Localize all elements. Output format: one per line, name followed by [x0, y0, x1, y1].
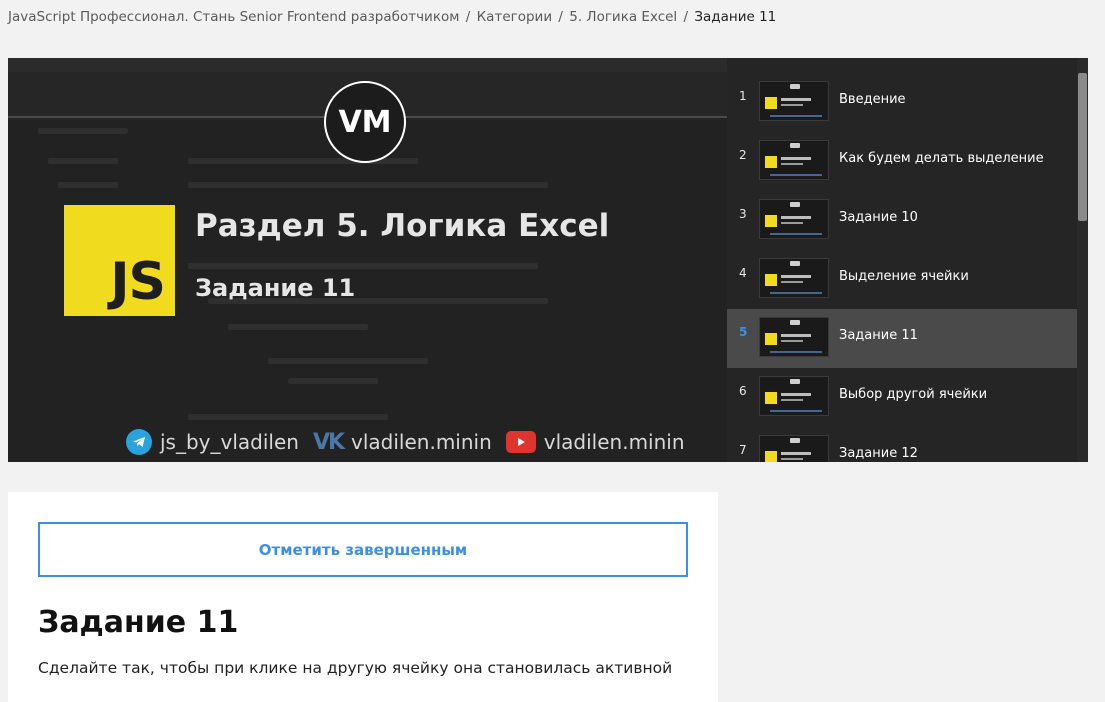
playlist-item-label: Введение	[839, 92, 906, 107]
playlist-item-label: Как будем делать выделение	[839, 151, 1044, 166]
lesson-playlist: 1 Введение 2 Как будем делать выделение …	[727, 58, 1088, 462]
playlist-item[interactable]: 7 Задание 12	[727, 427, 1077, 462]
breadcrumb-separator: /	[465, 9, 471, 25]
video-frame[interactable]: VM JS Раздел 5. Логика Excel Задание 11 …	[8, 58, 727, 462]
code-line	[48, 158, 118, 164]
code-line	[188, 158, 418, 164]
playlist-item-label: Выбор другой ячейки	[839, 387, 988, 402]
lesson-description: Сделайте так, чтобы при клике на другую …	[38, 659, 673, 677]
playlist-item[interactable]: 1 Введение	[727, 73, 1077, 132]
video-player: VM JS Раздел 5. Логика Excel Задание 11 …	[8, 58, 1088, 462]
social-youtube: vladilen.minin	[505, 430, 685, 454]
playlist-item-active[interactable]: 5 Задание 11	[727, 309, 1077, 368]
playlist-item-number: 3	[739, 207, 747, 221]
code-line	[268, 358, 428, 364]
code-line	[188, 182, 548, 188]
js-logo: JS	[64, 205, 175, 316]
playlist-item[interactable]: 2 Как будем делать выделение	[727, 132, 1077, 191]
playlist-scrollbar[interactable]	[1077, 58, 1088, 462]
lesson-title: Задание 11	[38, 605, 239, 640]
playlist-item-label: Задание 10	[839, 210, 918, 225]
code-line	[188, 263, 538, 269]
breadcrumb-separator: /	[683, 9, 689, 25]
playlist-item[interactable]: 3 Задание 10	[727, 191, 1077, 250]
playlist-thumbnail	[759, 199, 829, 239]
playlist-item-number: 7	[739, 443, 747, 457]
vk-icon: VK	[312, 429, 345, 455]
playlist-item-number: 1	[739, 89, 747, 103]
playlist-item[interactable]: 6 Выбор другой ячейки	[727, 368, 1077, 427]
playlist-scrollbar-thumb[interactable]	[1078, 73, 1087, 221]
playlist-item-label: Выделение ячейки	[839, 269, 969, 284]
social-telegram: js_by_vladilen	[126, 429, 299, 455]
code-line	[58, 182, 118, 188]
telegram-handle: js_by_vladilen	[160, 430, 299, 454]
playlist-item-number: 2	[739, 148, 747, 162]
vk-handle: vladilen.minin	[351, 430, 492, 454]
playlist-thumbnail	[759, 258, 829, 298]
social-vk: VK vladilen.minin	[313, 430, 492, 455]
breadcrumb: JavaScript Профессионал. Стань Senior Fr…	[8, 9, 776, 25]
social-links: js_by_vladilen VK vladilen.minin vladile…	[126, 427, 685, 457]
youtube-handle: vladilen.minin	[543, 430, 685, 454]
code-line	[38, 128, 128, 134]
code-line	[288, 378, 378, 384]
lesson-card: Отметить завершенным Задание 11 Сделайте…	[8, 492, 718, 702]
breadcrumb-categories-link[interactable]: Категории	[477, 9, 553, 25]
playlist-thumbnail	[759, 81, 829, 121]
playlist-item-number: 4	[739, 266, 747, 280]
playlist-thumbnail	[759, 376, 829, 416]
playlist-thumbnail	[759, 435, 829, 462]
breadcrumb-course-link[interactable]: JavaScript Профессионал. Стань Senior Fr…	[8, 9, 459, 25]
playlist-item-number: 6	[739, 384, 747, 398]
breadcrumb-separator: /	[558, 9, 563, 25]
video-ide-titlebar	[8, 58, 727, 73]
video-subtitle: Задание 11	[195, 274, 356, 302]
breadcrumb-current: Задание 11	[694, 9, 777, 25]
playlist-item[interactable]: 4 Выделение ячейки	[727, 250, 1077, 309]
vm-logo: VM	[324, 81, 406, 163]
telegram-icon	[126, 429, 152, 455]
playlist-item-number: 5	[739, 325, 748, 339]
mark-complete-button[interactable]: Отметить завершенным	[38, 522, 688, 577]
video-title: Раздел 5. Логика Excel	[195, 208, 610, 244]
playlist-thumbnail	[759, 140, 829, 180]
playlist-item-label: Задание 12	[839, 446, 918, 461]
breadcrumb-section-link[interactable]: 5. Логика Excel	[569, 9, 677, 25]
playlist-item-label: Задание 11	[839, 328, 918, 343]
code-line	[228, 324, 368, 330]
js-logo-text: JS	[110, 252, 166, 312]
code-line	[188, 414, 388, 420]
playlist-thumbnail	[759, 317, 829, 357]
youtube-icon	[505, 431, 536, 453]
